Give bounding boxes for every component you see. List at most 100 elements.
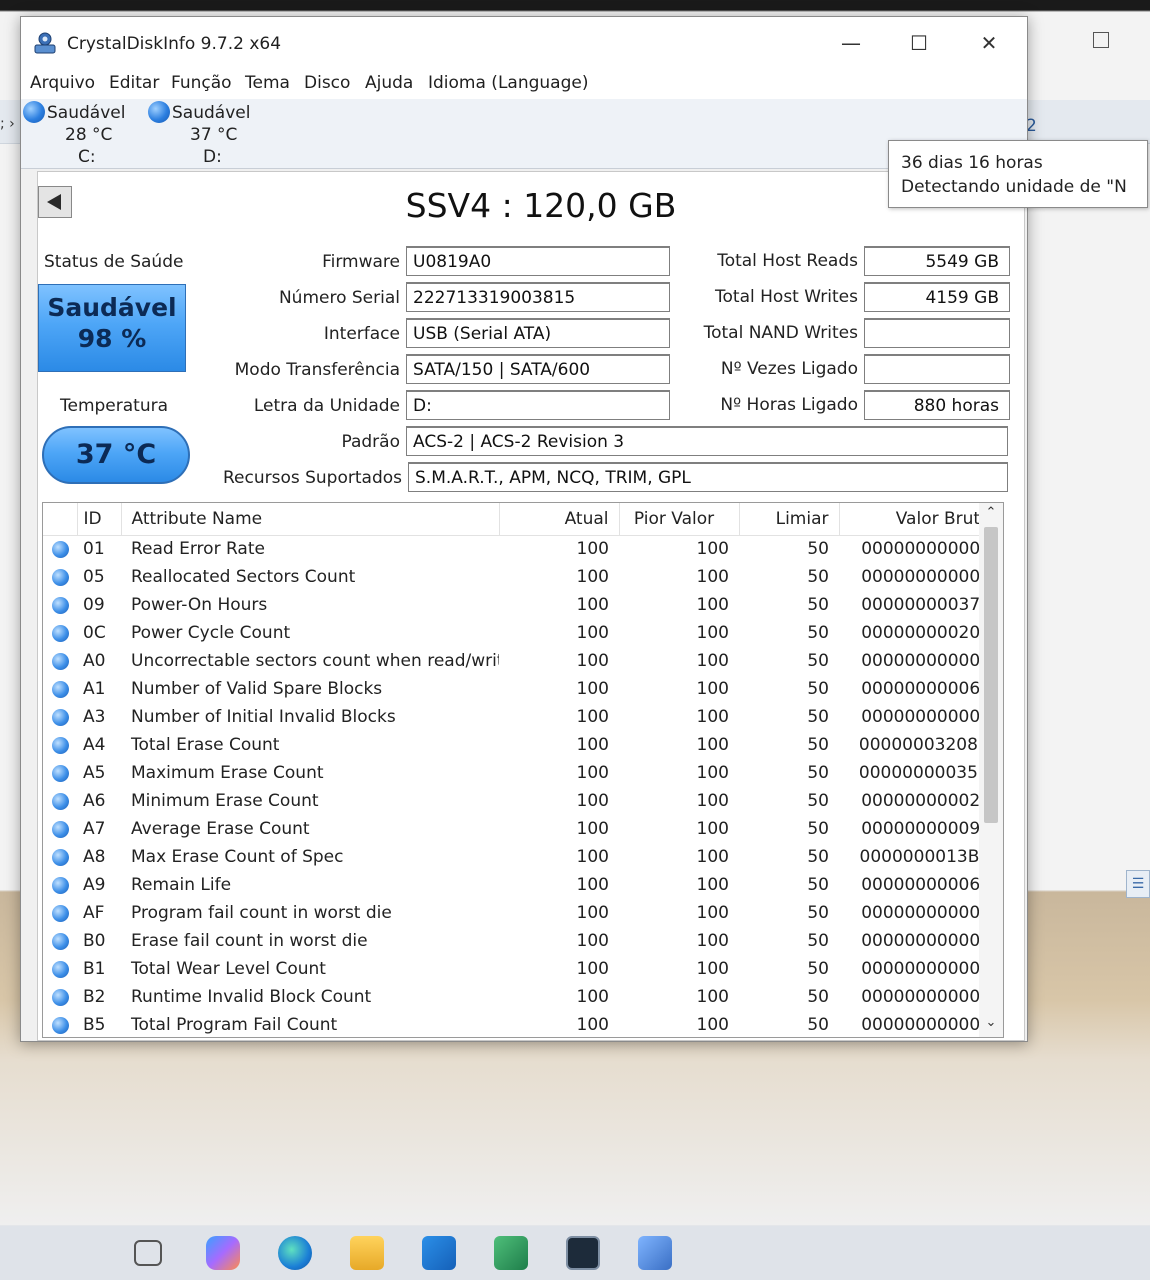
health-status: Saudável xyxy=(47,293,177,322)
power-count-field xyxy=(864,354,1010,384)
disk-tab-c[interactable]: Saudável 28 °C C: xyxy=(23,99,143,167)
scroll-thumb[interactable] xyxy=(984,527,998,823)
attribute-threshold: 50 xyxy=(807,763,829,783)
table-row[interactable]: B2 Runtime Invalid Block Count 100 100 50 000… xyxy=(43,983,999,1011)
table-row[interactable]: A0 Uncorrectable sectors count when read/… xyxy=(43,647,999,675)
table-row[interactable]: A4 Total Erase Count 100 100 50 00000003208D xyxy=(43,731,999,759)
close-button[interactable]: ✕ xyxy=(959,23,1019,63)
header-attribute-name[interactable]: Attribute Name xyxy=(121,503,500,536)
background-side-icon[interactable]: ☰ xyxy=(1126,870,1150,898)
attribute-id: A6 xyxy=(83,791,106,811)
attribute-name: Program fail count in worst die xyxy=(131,903,392,923)
table-row[interactable]: A3 Number of Initial Invalid Blocks 100 100… xyxy=(43,703,999,731)
attribute-name: Average Erase Count xyxy=(131,819,310,839)
disk-tab-d[interactable]: Saudável 37 °C D: xyxy=(148,99,268,167)
table-row[interactable]: A8 Max Erase Count of Spec 100 100 50 0000000… xyxy=(43,843,999,871)
status-dot-icon xyxy=(51,624,69,642)
background-maximize-icon[interactable] xyxy=(1093,32,1109,48)
attribute-name: Power-On Hours xyxy=(131,595,268,615)
serial-field: 222713319003815 xyxy=(406,282,670,312)
maximize-button[interactable]: ☐ xyxy=(889,23,949,63)
host-writes-field: 4159 GB xyxy=(864,282,1010,312)
edge-icon[interactable] xyxy=(278,1236,312,1270)
row-status-dot xyxy=(43,759,77,787)
attribute-name: Runtime Invalid Block Count xyxy=(131,987,372,1007)
attribute-current: 100 xyxy=(576,847,609,867)
header-threshold[interactable]: Limiar xyxy=(739,503,840,536)
interface-field: USB (Serial ATA) xyxy=(406,318,670,348)
menu-idioma[interactable]: Idioma (Language) xyxy=(428,73,588,93)
attribute-current: 100 xyxy=(576,819,609,839)
menu-disco[interactable]: Disco xyxy=(304,73,350,93)
scroll-down-icon[interactable]: ⌄ xyxy=(979,1015,1003,1035)
row-status-dot xyxy=(43,983,77,1011)
attribute-threshold: 50 xyxy=(807,987,829,1007)
steam-icon[interactable] xyxy=(494,1236,528,1270)
row-status-dot xyxy=(43,815,77,843)
table-row[interactable]: AF Program fail count in worst die 100 100 5… xyxy=(43,899,999,927)
disk-letter: D: xyxy=(203,147,222,167)
menu-arquivo[interactable]: Arquivo xyxy=(30,73,95,93)
table-row[interactable]: B0 Erase fail count in worst die 100 100 50 0… xyxy=(43,927,999,955)
attribute-worst: 100 xyxy=(696,959,729,979)
table-row[interactable]: A1 Number of Valid Spare Blocks 100 100 50 00… xyxy=(43,675,999,703)
row-status-dot xyxy=(43,619,77,647)
attribute-current: 100 xyxy=(576,1015,609,1035)
temperature-button[interactable]: 37 °C xyxy=(42,426,190,484)
power-hours-field[interactable]: 880 horas xyxy=(864,390,1010,420)
attribute-threshold: 50 xyxy=(807,819,829,839)
drive-model-title: SSV4 : 120,0 GB xyxy=(405,186,677,225)
table-row[interactable]: 09 Power-On Hours 100 100 50 000000000370 xyxy=(43,591,999,619)
status-dot-icon xyxy=(51,792,69,810)
table-row[interactable]: A7 Average Erase Count 100 100 50 00000000009… xyxy=(43,815,999,843)
header-current[interactable]: Atual xyxy=(499,503,620,536)
table-row[interactable]: 01 Read Error Rate 100 100 50 000000000000 xyxy=(43,535,999,563)
scroll-up-icon[interactable]: ⌃ xyxy=(979,505,1003,525)
attribute-name: Reallocated Sectors Count xyxy=(131,567,356,587)
table-row[interactable]: A6 Minimum Erase Count 100 100 50 00000000002… xyxy=(43,787,999,815)
table-row[interactable]: A5 Maximum Erase Count 100 100 50 00000000035… xyxy=(43,759,999,787)
status-dot-icon xyxy=(51,820,69,838)
attribute-raw-value: 000000000064 xyxy=(861,679,991,699)
temperature-label: Temperatura xyxy=(60,396,169,416)
attribute-worst: 100 xyxy=(696,875,729,895)
header-id[interactable]: ID xyxy=(77,503,122,536)
header-raw-value[interactable]: Valor Bruto xyxy=(839,503,1000,536)
table-row[interactable]: B5 Total Program Fail Count 100 100 50 000000… xyxy=(43,1011,999,1037)
attribute-id: A8 xyxy=(83,847,106,867)
copilot-icon[interactable] xyxy=(206,1236,240,1270)
header-worst[interactable]: Pior Valor xyxy=(619,503,740,536)
table-row[interactable]: 0C Power Cycle Count 100 100 50 000000000207 xyxy=(43,619,999,647)
table-scrollbar[interactable]: ⌃ ⌄ xyxy=(979,503,1003,1037)
app-icon xyxy=(34,32,56,54)
attribute-threshold: 50 xyxy=(807,679,829,699)
row-status-dot xyxy=(43,927,77,955)
menu-funcao[interactable]: Função xyxy=(171,73,232,93)
attribute-current: 100 xyxy=(576,539,609,560)
attribute-current: 100 xyxy=(576,987,609,1007)
table-row[interactable]: B1 Total Wear Level Count 100 100 50 00000000… xyxy=(43,955,999,983)
task-view-icon[interactable] xyxy=(134,1240,162,1266)
attribute-id: B5 xyxy=(83,1015,106,1035)
attribute-threshold: 50 xyxy=(807,847,829,867)
menu-ajuda[interactable]: Ajuda xyxy=(365,73,413,93)
power-hours-tooltip: 36 dias 16 horas Detectando unidade de "… xyxy=(888,140,1148,208)
attribute-current: 100 xyxy=(576,931,609,951)
attribute-raw-value: 000000000000 xyxy=(861,931,991,951)
outlook-icon[interactable] xyxy=(422,1236,456,1270)
terminal-icon[interactable] xyxy=(566,1236,600,1270)
smart-table-body: 01 Read Error Rate 100 100 50 000000000000 05 R… xyxy=(43,535,999,1037)
table-row[interactable]: 05 Reallocated Sectors Count 100 100 50 00000… xyxy=(43,563,999,591)
status-dot-icon xyxy=(51,988,69,1006)
health-status-button[interactable]: Saudável 98 % xyxy=(38,284,186,372)
attribute-threshold: 50 xyxy=(807,651,829,671)
photos-icon[interactable] xyxy=(638,1236,672,1270)
host-reads-label: Total Host Reads xyxy=(717,251,858,271)
minimize-button[interactable]: — xyxy=(821,23,881,63)
attribute-id: AF xyxy=(83,903,105,923)
table-row[interactable]: A9 Remain Life 100 100 50 000000000062 xyxy=(43,871,999,899)
file-explorer-icon[interactable] xyxy=(350,1236,384,1270)
menu-tema[interactable]: Tema xyxy=(245,73,290,93)
row-status-dot xyxy=(43,1011,77,1037)
menu-editar[interactable]: Editar xyxy=(109,73,159,93)
